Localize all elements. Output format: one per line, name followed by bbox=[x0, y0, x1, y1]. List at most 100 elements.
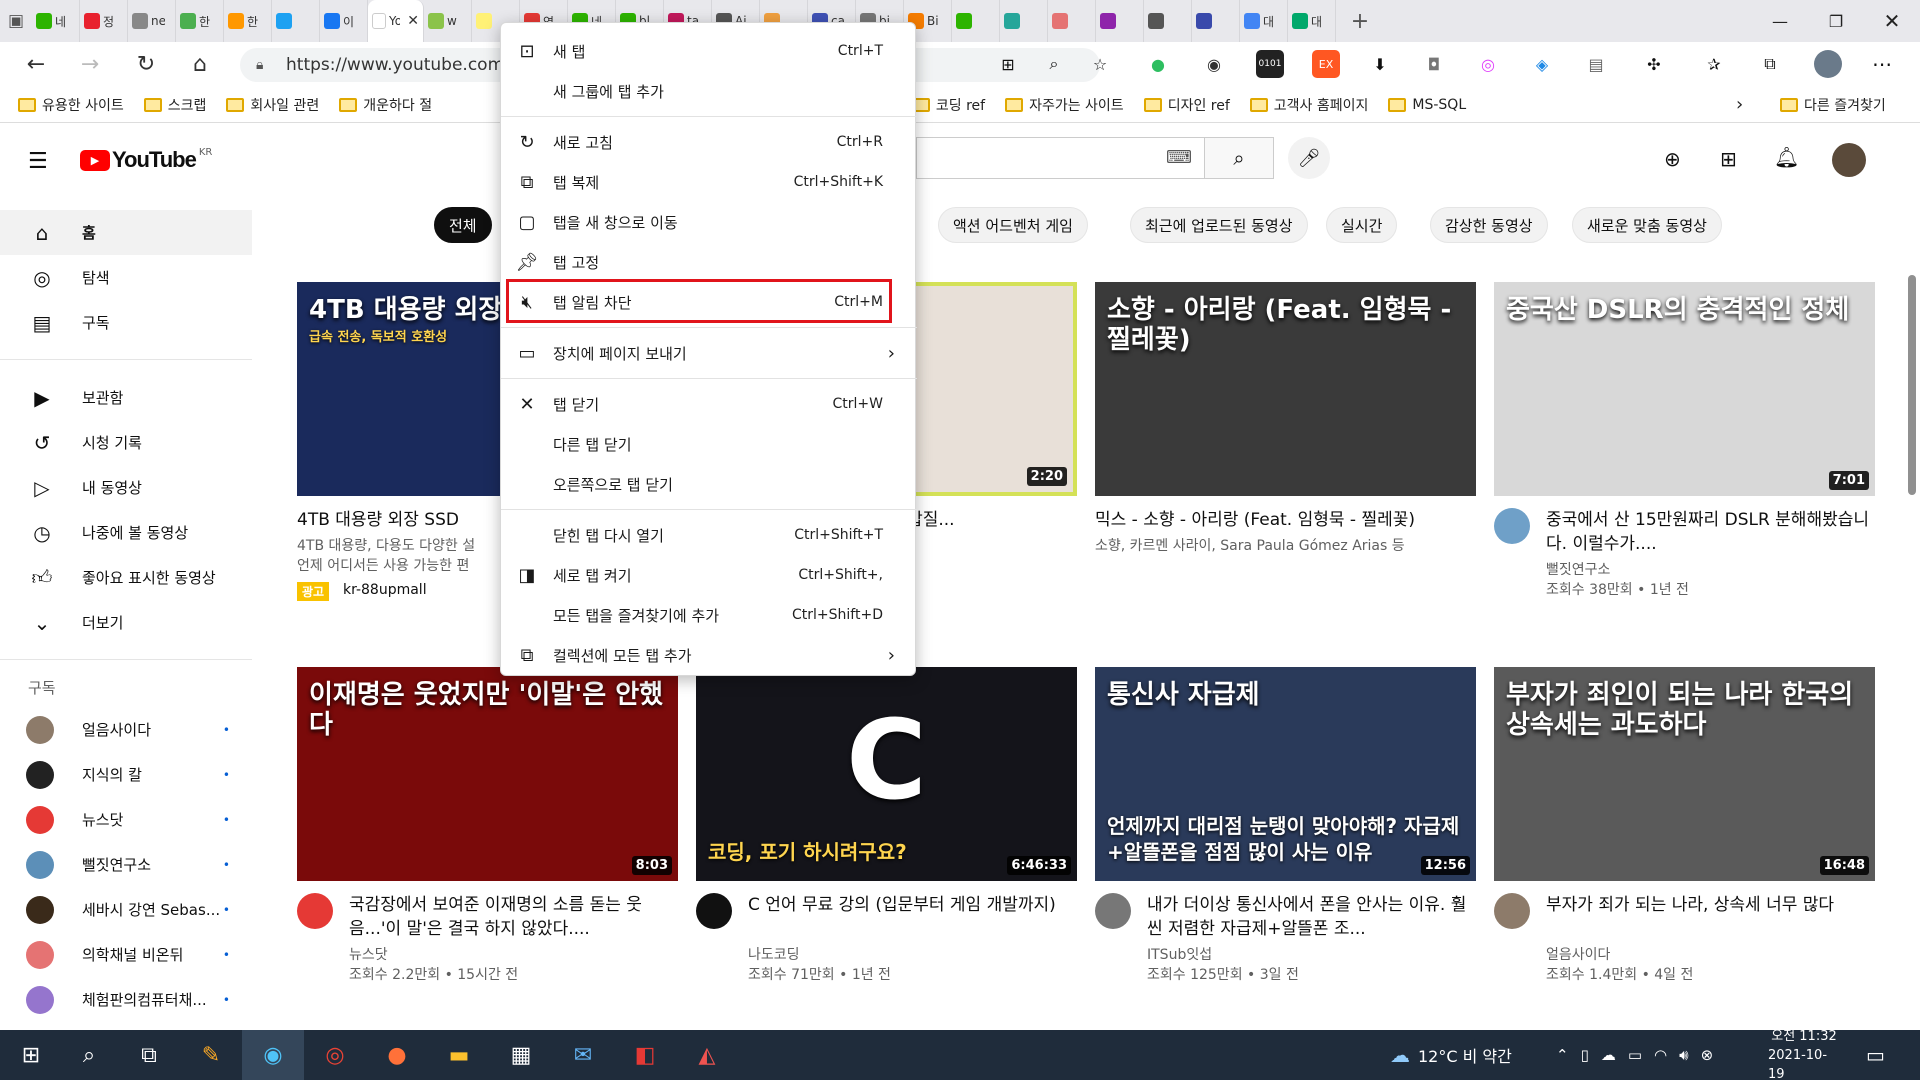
hamburger-menu-icon[interactable]: ☰ bbox=[28, 149, 48, 174]
taskbar-office-icon[interactable]: ◧ bbox=[614, 1030, 676, 1080]
chevron-up-icon[interactable]: ⌃ bbox=[1556, 1046, 1569, 1064]
video-title[interactable]: 중국에서 산 15만원짜리 DSLR 분해해봤습니다. 이럴수가.... bbox=[1546, 508, 1875, 556]
extensions-puzzle-icon[interactable]: ✣ bbox=[1640, 50, 1668, 78]
weather-widget[interactable]: ☁ 12°C 비 약간 bbox=[1390, 1030, 1512, 1080]
voice-search-button[interactable]: 🎤︎ bbox=[1288, 137, 1330, 179]
channel-name[interactable]: 뉴스닷 bbox=[349, 945, 388, 965]
menu-item[interactable]: ▭ 장치에 페이지 보내기 › bbox=[501, 333, 917, 373]
taskbar-edge-icon[interactable]: ◉ bbox=[242, 1030, 304, 1080]
favorite-star-icon[interactable]: ☆ bbox=[1086, 50, 1114, 78]
sidebar-item[interactable]: ⌄ 더보기 bbox=[0, 600, 252, 645]
subscription-item[interactable]: 뻘짓연구소 • bbox=[0, 842, 252, 887]
notification-center-icon[interactable]: ▭ bbox=[1866, 1030, 1885, 1080]
bookmark-folder[interactable]: 자주가는 사이트 bbox=[995, 95, 1134, 115]
task-view-icon[interactable]: ⧉ bbox=[118, 1030, 180, 1080]
taskbar-app-sticky-icon[interactable]: ✎ bbox=[180, 1030, 242, 1080]
search-button[interactable]: ⌕ bbox=[1204, 137, 1274, 179]
advertiser-name[interactable]: kr-88upmall bbox=[343, 580, 427, 600]
subscription-item[interactable]: 체험판의컴퓨터채... • bbox=[0, 977, 252, 1022]
ext-camera-icon[interactable]: ◘ bbox=[1420, 50, 1448, 78]
other-bookmarks[interactable]: 다른 즐겨찾기 bbox=[1770, 95, 1896, 115]
filter-chip[interactable]: 감상한 동영상 bbox=[1430, 207, 1548, 243]
collections-toolbar-icon[interactable]: ⧉ bbox=[1756, 50, 1784, 78]
youtube-logo[interactable]: ▶ YouTube KR bbox=[80, 147, 212, 173]
tab[interactable] bbox=[1096, 0, 1144, 42]
onedrive-icon[interactable]: ☁ bbox=[1601, 1046, 1616, 1064]
clock[interactable]: 오전 11:32 2021-10-19 bbox=[1768, 1029, 1840, 1082]
channel-avatar[interactable] bbox=[297, 893, 333, 929]
sidebar-item[interactable]: 👍︎ 좋아요 표시한 동영상 bbox=[0, 555, 252, 600]
tab[interactable] bbox=[1192, 0, 1240, 42]
ext-shield-icon[interactable]: ◉ bbox=[1200, 50, 1228, 78]
home-button[interactable]: ⌂ bbox=[172, 42, 228, 87]
channel-name[interactable]: ITSub잇섭 bbox=[1147, 945, 1212, 965]
menu-item[interactable]: 다른 탭 닫기 bbox=[501, 424, 917, 464]
search-input[interactable] bbox=[916, 137, 1206, 179]
filter-chip[interactable]: 액션 어드벤처 게임 bbox=[938, 207, 1088, 243]
refresh-button[interactable]: ↻ bbox=[118, 42, 174, 87]
subscription-item[interactable]: 지식의 칼 • bbox=[0, 752, 252, 797]
tab[interactable]: 정 bbox=[80, 0, 128, 42]
account-avatar[interactable] bbox=[1832, 143, 1866, 177]
taskbar-store-icon[interactable]: ▦ bbox=[490, 1030, 552, 1080]
video-title[interactable]: 국감장에서 보여준 이재명의 소름 돋는 웃음...'이 말'은 결국 하지 않… bbox=[349, 893, 678, 941]
channel-name[interactable]: 뻘짓연구소 bbox=[1546, 560, 1610, 580]
ext-layers-icon[interactable]: ◈ bbox=[1528, 50, 1556, 78]
taskbar-search-icon[interactable]: ⌕ bbox=[58, 1030, 120, 1080]
menu-item[interactable]: 닫힌 탭 다시 열기 Ctrl+Shift+T bbox=[501, 515, 917, 555]
filter-chip[interactable]: 새로운 맞춤 동영상 bbox=[1572, 207, 1722, 243]
ext-ex-icon[interactable]: EX bbox=[1312, 50, 1340, 78]
tab[interactable]: 한 bbox=[176, 0, 224, 42]
keyboard-icon[interactable]: ⌨ bbox=[1166, 147, 1192, 168]
menu-item[interactable]: ⊡ 새 탭 Ctrl+T bbox=[501, 31, 917, 71]
notifications-bell-icon[interactable]: 🔔︎ bbox=[1774, 145, 1799, 169]
taskbar-mail-icon[interactable]: ✉ bbox=[552, 1030, 614, 1080]
menu-item[interactable]: ✕ 탭 닫기 Ctrl+W bbox=[501, 384, 917, 424]
video-thumbnail[interactable]: C 코딩, 포기 하시려구요? 6:46:33 bbox=[696, 667, 1077, 881]
bookmark-folder[interactable]: 개운하다 절 bbox=[329, 95, 442, 115]
taskbar-paint-icon[interactable]: ◭ bbox=[676, 1030, 738, 1080]
apps-grid-icon[interactable]: ⊞ bbox=[1720, 147, 1737, 171]
bookmark-folder[interactable]: 유용한 사이트 bbox=[8, 95, 134, 115]
bookmark-folder[interactable]: 디자인 ref bbox=[1134, 95, 1240, 115]
channel-avatar[interactable] bbox=[696, 893, 732, 929]
forward-button[interactable]: → bbox=[62, 42, 118, 87]
sidebar-item[interactable]: ⌂ 홈 bbox=[0, 210, 252, 255]
zoom-icon[interactable]: ⌕ bbox=[1040, 50, 1068, 78]
battery-icon[interactable]: ▭ bbox=[1628, 1046, 1642, 1064]
menu-item[interactable]: 오른쪽으로 탭 닫기 bbox=[501, 464, 917, 504]
scrollbar-thumb[interactable] bbox=[1908, 275, 1916, 495]
tab-close-icon[interactable]: ✕ bbox=[407, 13, 419, 29]
video-thumbnail[interactable]: 이재명은 웃었지만 '이말'은 안했다 8:03 bbox=[297, 667, 678, 881]
video-thumbnail[interactable]: 부자가 죄인이 되는 나라 한국의 상속세는 과도하다 16:48 bbox=[1494, 667, 1875, 881]
ext-rss-icon[interactable]: ▤ bbox=[1582, 50, 1610, 78]
wifi-icon[interactable]: ◠ bbox=[1654, 1046, 1667, 1064]
video-title[interactable]: C 언어 무료 강의 (입문부터 게임 개발까지) bbox=[748, 893, 1077, 917]
more-menu-icon[interactable]: ⋯ bbox=[1868, 50, 1896, 78]
taskbar-chrome-icon[interactable]: ◎ bbox=[304, 1030, 366, 1080]
favorites-icon[interactable]: ✰ bbox=[1700, 50, 1728, 78]
tab[interactable]: 네 bbox=[32, 0, 80, 42]
channel-avatar[interactable] bbox=[1494, 508, 1530, 544]
taskbar-firefox-icon[interactable]: ● bbox=[366, 1030, 428, 1080]
channel-avatar[interactable] bbox=[1494, 893, 1530, 929]
bookmark-folder[interactable]: 회사일 관련 bbox=[216, 95, 329, 115]
channel-name[interactable]: 얼음사이다 bbox=[1546, 945, 1610, 965]
tab[interactable] bbox=[1000, 0, 1048, 42]
bookmark-folder[interactable]: 고객사 홈페이지 bbox=[1240, 95, 1379, 115]
subscription-item[interactable]: 뉴스닷 • bbox=[0, 797, 252, 842]
video-title[interactable]: 부자가 죄가 되는 나라, 상속세 너무 많다 bbox=[1546, 893, 1875, 917]
bookmark-folder[interactable]: 스크랩 bbox=[134, 95, 217, 115]
filter-chip[interactable]: 최근에 업로드된 동영상 bbox=[1130, 207, 1308, 243]
video-title[interactable]: 내가 더이상 통신사에서 폰을 안사는 이유. 훨씬 저렴한 자급제+알뜰폰 조… bbox=[1147, 893, 1476, 941]
video-title[interactable]: 믹스 - 소향 - 아리랑 (Feat. 임형묵 - 찔레꽃) bbox=[1095, 508, 1476, 532]
menu-item[interactable]: 모든 탭을 즐겨찾기에 추가 Ctrl+Shift+D bbox=[501, 595, 917, 635]
bookmarks-overflow-icon[interactable]: › bbox=[1736, 94, 1743, 115]
subscription-item[interactable]: 얼음사이다 • bbox=[0, 707, 252, 752]
menu-item[interactable]: ◨ 세로 탭 켜기 Ctrl+Shift+, bbox=[501, 555, 917, 595]
tab[interactable]: w bbox=[424, 0, 472, 42]
close-window-button[interactable]: ✕ bbox=[1864, 0, 1920, 42]
sidebar-item[interactable]: ◷ 나중에 볼 동영상 bbox=[0, 510, 252, 555]
sidebar-item[interactable]: ↺ 시청 기록 bbox=[0, 420, 252, 465]
tab[interactable]: 대 bbox=[1240, 0, 1288, 42]
